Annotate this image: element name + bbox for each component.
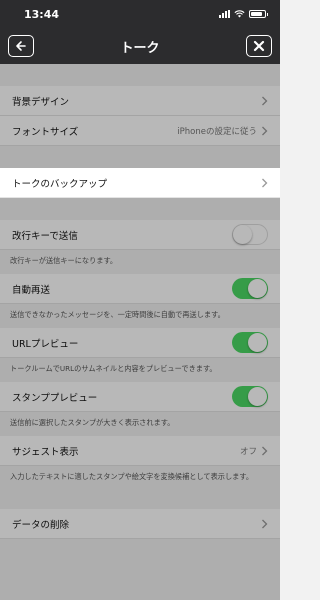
page-title: トーク <box>120 40 160 56</box>
toggle-knob <box>248 333 267 352</box>
setting-description: 入力したテキストに適したスタンプや絵文字を変換候補として表示します。 <box>10 472 254 481</box>
chevron-right-icon <box>262 96 268 105</box>
back-arrow-icon <box>16 41 26 51</box>
toggle-knob <box>248 387 267 406</box>
settings-list: 背景デザイン フォントサイズ iPhoneの設定に従う トークのバックアップ 改… <box>0 64 280 539</box>
toggle-knob <box>233 225 252 244</box>
setting-description: トークルームでURLのサムネイルと内容をプレビューできます。 <box>10 364 217 373</box>
nav-bar: トーク <box>0 28 280 64</box>
setting-value: iPhoneの設定に従う <box>177 126 257 137</box>
setting-font-size[interactable]: フォントサイズ iPhoneの設定に従う <box>0 116 280 146</box>
setting-value: オフ <box>239 446 257 457</box>
setting-description: 改行キーが送信キーになります。 <box>10 256 118 265</box>
sticker-preview-toggle[interactable] <box>232 386 268 407</box>
setting-delete-data[interactable]: データの削除 <box>0 509 280 539</box>
setting-url-preview: URLプレビュー <box>0 328 280 358</box>
status-time: 13:44 <box>24 7 60 21</box>
setting-label: 改行キーで送信 <box>12 230 78 242</box>
battery-level <box>251 12 263 16</box>
setting-suggest[interactable]: サジェスト表示 オフ <box>0 436 280 466</box>
status-bar: 13:44 <box>0 0 280 28</box>
chevron-right-icon <box>262 446 268 455</box>
battery-icon <box>249 10 268 18</box>
back-button[interactable] <box>8 35 34 57</box>
setting-label: データの削除 <box>12 519 70 531</box>
chevron-right-icon <box>262 519 268 528</box>
wifi-icon <box>234 10 245 18</box>
setting-label: 背景デザイン <box>12 96 70 108</box>
setting-enter-to-send: 改行キーで送信 <box>0 220 280 250</box>
chevron-right-icon <box>262 126 268 135</box>
setting-label: フォントサイズ <box>12 126 79 138</box>
setting-description: 送信前に選択したスタンプが大きく表示されます。 <box>10 418 175 427</box>
close-icon <box>253 40 265 52</box>
signal-icon <box>219 10 230 18</box>
toggle-knob <box>248 279 267 298</box>
setting-label: トークのバックアップ <box>12 178 108 190</box>
setting-auto-resend: 自動再送 <box>0 274 280 304</box>
auto-resend-toggle[interactable] <box>232 278 268 299</box>
setting-description: 送信できなかったメッセージを、一定時間後に自動で再送します。 <box>10 310 225 319</box>
close-button[interactable] <box>245 35 272 57</box>
setting-label: サジェスト表示 <box>12 446 79 458</box>
setting-background-design[interactable]: 背景デザイン <box>0 86 280 116</box>
setting-talk-backup[interactable]: トークのバックアップ <box>0 168 280 198</box>
chevron-right-icon <box>262 178 268 187</box>
enter-to-send-toggle[interactable] <box>232 224 268 245</box>
url-preview-toggle[interactable] <box>232 332 268 353</box>
setting-label: URLプレビュー <box>12 338 79 350</box>
setting-label: スタンププレビュー <box>12 392 98 404</box>
setting-sticker-preview: スタンププレビュー <box>0 382 280 412</box>
setting-label: 自動再送 <box>12 284 51 296</box>
status-icons <box>219 10 268 18</box>
